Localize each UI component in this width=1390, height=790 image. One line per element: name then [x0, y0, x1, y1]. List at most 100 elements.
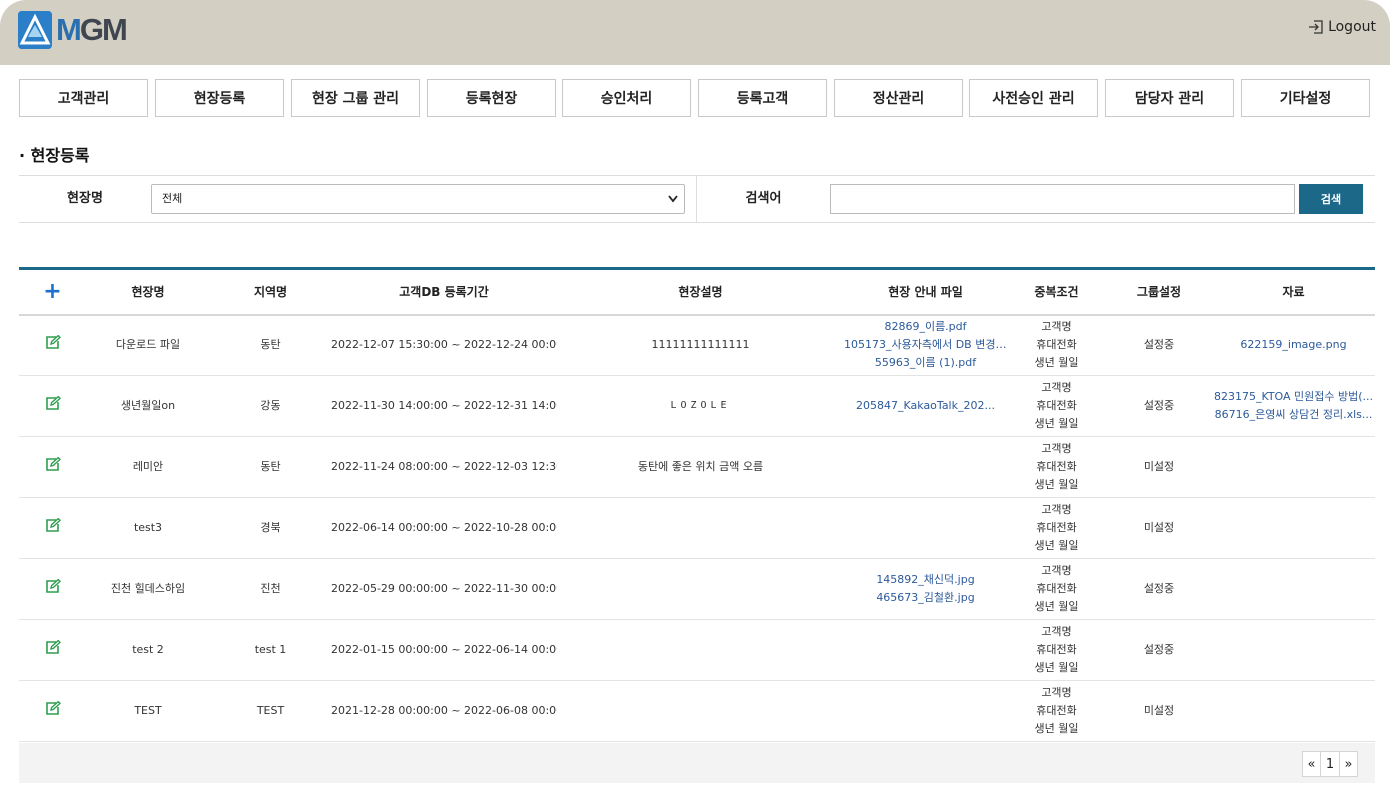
- edit-icon[interactable]: [45, 456, 61, 478]
- materials-cell: [1212, 619, 1375, 681]
- material-link[interactable]: 86716_은영씨 상담건 정리.xls...: [1212, 406, 1375, 424]
- condition-item: 휴대전화: [1036, 704, 1077, 717]
- edit-cell: [19, 680, 86, 742]
- edit-icon[interactable]: [45, 334, 61, 356]
- region-cell: test 1: [210, 619, 331, 681]
- description-cell: LOZOLE: [557, 375, 844, 437]
- file-link[interactable]: 82869_이름.pdf: [844, 318, 1007, 336]
- condition-item: 휴대전화: [1036, 460, 1077, 473]
- file-link[interactable]: 145892_채신덕.jpg: [844, 571, 1007, 589]
- region-cell: TEST: [210, 680, 331, 742]
- logout-button[interactable]: Logout: [1307, 18, 1376, 36]
- files-cell: 145892_채신덕.jpg 465673_김철환.jpg: [844, 558, 1007, 620]
- condition-item: 고객명: [1041, 442, 1072, 455]
- materials-cell: 823175_KTOA 민원접수 방법(... 86716_은영씨 상담건 정리.…: [1212, 375, 1375, 437]
- file-link[interactable]: 465673_김철환.jpg: [844, 589, 1007, 607]
- prev-page-button[interactable]: «: [1302, 751, 1321, 777]
- nav-item-3[interactable]: 등록현장: [427, 79, 556, 117]
- group-setting-cell: 설정중: [1106, 558, 1212, 620]
- file-link[interactable]: 55963_이름 (1).pdf: [844, 354, 1007, 372]
- logo-text: MGM: [56, 12, 128, 47]
- page-1-button[interactable]: 1: [1320, 751, 1340, 777]
- edit-icon[interactable]: [45, 395, 61, 417]
- app-header: MGM Logout: [0, 0, 1390, 65]
- condition-item: 휴대전화: [1036, 399, 1077, 412]
- site-select[interactable]: 전체: [151, 184, 685, 214]
- group-setting-cell: 설정중: [1106, 619, 1212, 681]
- col-materials-header: 자료: [1212, 268, 1375, 316]
- search-button[interactable]: 검색: [1299, 184, 1363, 214]
- edit-icon[interactable]: [45, 517, 61, 539]
- condition-item: 생년 월일: [1034, 722, 1079, 735]
- col-duplicate-header: 중복조건: [1007, 268, 1106, 316]
- site-name-cell: test3: [86, 497, 210, 559]
- next-page-button[interactable]: »: [1339, 751, 1358, 777]
- table-row: test3 경북 2022-06-14 00:00:00 ~ 2022-10-28 …: [19, 497, 1375, 559]
- duplicate-condition-cell: 고객명휴대전화생년 월일: [1007, 497, 1106, 559]
- site-select-value: 전체: [162, 192, 183, 205]
- add-site-plus-icon[interactable]: +: [43, 279, 61, 304]
- edit-icon[interactable]: [45, 578, 61, 600]
- edit-cell: [19, 558, 86, 620]
- logo[interactable]: MGM: [18, 11, 128, 49]
- logout-icon: [1309, 20, 1323, 34]
- site-name-cell: 진천 힐데스하임: [86, 558, 210, 620]
- condition-item: 고객명: [1041, 503, 1072, 516]
- nav-item-5[interactable]: 등록고객: [698, 79, 827, 117]
- file-link[interactable]: 105173_사용자측에서 DB 변경시...: [844, 336, 1007, 354]
- period-cell: 2022-12-07 15:30:00 ~ 2022-12-24 00:00:0…: [331, 314, 557, 376]
- nav-item-0[interactable]: 고객관리: [19, 79, 148, 117]
- region-cell: 강동: [210, 375, 331, 437]
- table-footer: « 1 »: [19, 743, 1375, 783]
- description-cell: [557, 619, 844, 681]
- condition-item: 휴대전화: [1036, 643, 1077, 656]
- nav-item-1[interactable]: 현장등록: [155, 79, 284, 117]
- table-row: test 2 test 1 2022-01-15 00:00:00 ~ 2022-0…: [19, 619, 1375, 681]
- duplicate-condition-cell: 고객명 휴대전화 생년 월일: [1007, 619, 1106, 681]
- site-name-cell: 레미안: [86, 436, 210, 498]
- nav-item-9[interactable]: 기타설정: [1241, 79, 1370, 117]
- condition-item: 생년 월일: [1034, 600, 1079, 613]
- condition-item: 고객명: [1041, 564, 1072, 577]
- period-cell: 2021-12-28 00:00:00 ~ 2022-06-08 00:00:0…: [331, 680, 557, 742]
- condition-item: 생년 월일: [1034, 539, 1079, 552]
- duplicate-condition-cell: 고객명 휴대전화 생년 월일: [1007, 558, 1106, 620]
- edit-icon[interactable]: [45, 639, 61, 661]
- duplicate-condition-cell: 고객명휴대전화생년 월일: [1007, 680, 1106, 742]
- condition-item: 고객명: [1041, 686, 1072, 699]
- table-header-row: + 현장명 지역명 고객DB 등록기간 현장설명 현장 안내 파일 중복조건 그룹설정 자료: [19, 268, 1375, 316]
- nav-item-6[interactable]: 정산관리: [834, 79, 963, 117]
- materials-cell: [1212, 558, 1375, 620]
- page-title: · 현장등록: [19, 146, 90, 165]
- files-cell: [844, 497, 1007, 559]
- files-cell: [844, 680, 1007, 742]
- edit-cell: [19, 619, 86, 681]
- period-cell: 2022-11-30 14:00:00 ~ 2022-12-31 14:00:0…: [331, 375, 557, 437]
- nav-item-2[interactable]: 현장 그룹 관리: [291, 79, 420, 117]
- condition-item: 생년 월일: [1034, 356, 1079, 370]
- period-cell: 2022-11-24 08:00:00 ~ 2022-12-03 12:30:0…: [331, 436, 557, 498]
- nav-item-4[interactable]: 승인처리: [562, 79, 691, 117]
- description-cell: 11111111111111: [557, 314, 844, 376]
- files-cell: [844, 619, 1007, 681]
- nav-item-8[interactable]: 담당자 관리: [1105, 79, 1234, 117]
- site-label: 현장명: [67, 191, 103, 206]
- table-row: TEST TEST 2021-12-28 00:00:00 ~ 2022-06-08…: [19, 680, 1375, 742]
- col-period-header: 고객DB 등록기간: [331, 268, 557, 316]
- site-table-wrap: + 현장명 지역명 고객DB 등록기간 현장설명 현장 안내 파일 중복조건 그룹설정 자료 …: [19, 267, 1375, 742]
- table-row: 다운로드 파일 동탄 2022-12-07 15:30:00 ~ 2022-12-2…: [19, 314, 1375, 376]
- material-link[interactable]: 823175_KTOA 민원접수 방법(...: [1212, 388, 1375, 406]
- file-link[interactable]: 205847_KakaoTalk_202...: [844, 397, 1007, 415]
- material-link[interactable]: 622159_image.png: [1212, 336, 1375, 354]
- nav-item-7[interactable]: 사전승인 관리: [969, 79, 1098, 117]
- description-cell: [557, 497, 844, 559]
- condition-item: 휴대전화: [1036, 521, 1077, 534]
- condition-item: 생년 월일: [1034, 478, 1079, 491]
- keyword-input[interactable]: [830, 184, 1295, 214]
- main-nav: 고객관리 현장등록 현장 그룹 관리 등록현장 승인처리 등록고객 정산관리 사전승인 관리 담…: [19, 79, 1370, 117]
- logout-label: Logout: [1328, 19, 1376, 35]
- logo-mark-icon: [18, 11, 52, 49]
- col-files-header: 현장 안내 파일: [844, 268, 1007, 316]
- materials-cell: [1212, 436, 1375, 498]
- edit-icon[interactable]: [45, 700, 61, 722]
